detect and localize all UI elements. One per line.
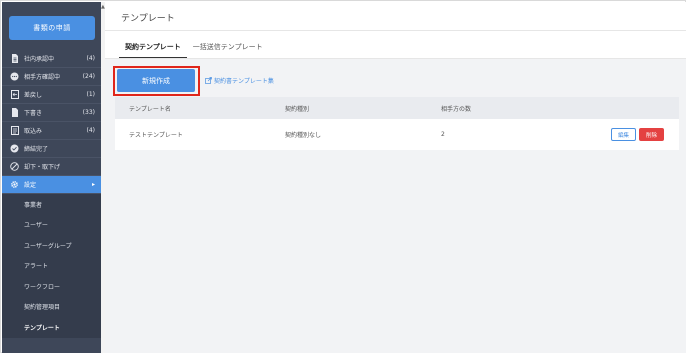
column-header-type: 契約種別 [285, 105, 310, 113]
sidebar-item-counterparty-check[interactable]: 相手方確認中 (24) [2, 68, 101, 86]
template-collection-link[interactable]: 契約書テンプレート集 [205, 76, 274, 85]
templates-table: テンプレート名 契約種別 相手方の数 テストテンプレート 契約種別なし 2 編集… [115, 97, 679, 150]
divider [105, 30, 686, 31]
sidebar-item-draft[interactable]: 下書き (33) [2, 104, 101, 122]
sidebar-item-completed[interactable]: 締結完了 [2, 140, 101, 158]
table-header: テンプレート名 契約種別 相手方の数 [115, 97, 679, 119]
sidebar-item-label: 差戻し [24, 92, 43, 99]
document-icon [10, 54, 19, 63]
new-template-button[interactable]: 新規作成 [117, 69, 195, 92]
sidebar-subitem-alerts[interactable]: アラート [2, 256, 101, 277]
sidebar-subitem-users[interactable]: ユーザー [2, 215, 101, 236]
chat-icon [10, 72, 19, 81]
sidebar-item-label: 社内承認中 [24, 56, 55, 63]
party-count-cell: 2 [441, 131, 445, 138]
template-type-cell: 契約種別なし [285, 132, 322, 139]
sidebar-nav: 社内承認中 (4) 相手方確認中 (24) 差戻し (1) 下書き (33) 取… [2, 50, 101, 338]
sidebar-item-settings[interactable]: 設定 ▸ [2, 176, 101, 194]
sidebar-item-label: 締結完了 [24, 146, 49, 153]
sidebar-item-label: 相手方確認中 [24, 74, 61, 81]
sidebar-item-label: 下書き [24, 110, 43, 117]
import-icon [10, 126, 19, 135]
sidebar-item-import[interactable]: 取込み (4) [2, 122, 101, 140]
check-circle-icon [10, 144, 19, 153]
app-window: 書類の申請 社内承認中 (4) 相手方確認中 (24) 差戻し (1) 下書き … [0, 0, 686, 353]
template-tabs: 契約テンプレート 一括送信テンプレート [119, 41, 269, 59]
page-title: テンプレート [121, 14, 175, 24]
settings-submenu: 事業者 ユーザー ユーザーグループ アラート ワークフロー 契約管理項目 テンプ… [2, 194, 101, 338]
template-collection-label: 契約書テンプレート集 [214, 78, 274, 85]
table-row[interactable]: テストテンプレート 契約種別なし 2 編集 削除 [115, 119, 679, 150]
return-icon [10, 90, 19, 99]
tab-contract-templates[interactable]: 契約テンプレート [119, 41, 187, 59]
delete-button[interactable]: 削除 [639, 128, 664, 141]
sidebar-subitem-business[interactable]: 事業者 [2, 194, 101, 215]
sidebar-item-label: 設定 [24, 182, 37, 189]
apply-document-button[interactable]: 書類の申請 [9, 16, 95, 40]
sidebar-item-rejected[interactable]: 却下・取下げ [2, 158, 101, 176]
sidebar-item-count: (4) [86, 55, 96, 62]
tab-bulk-send-templates[interactable]: 一括送信テンプレート [187, 41, 269, 59]
sidebar: 書類の申請 社内承認中 (4) 相手方確認中 (24) 差戻し (1) 下書き … [2, 2, 101, 353]
sidebar-item-count: (24) [82, 73, 95, 80]
column-header-party-count: 相手方の数 [441, 105, 472, 113]
template-name-cell: テストテンプレート [129, 132, 183, 139]
sidebar-subitem-user-groups[interactable]: ユーザーグループ [2, 235, 101, 256]
sidebar-subitem-contract-fields[interactable]: 契約管理項目 [2, 297, 101, 318]
sidebar-item-count: (1) [86, 91, 96, 98]
ban-icon [10, 162, 19, 171]
column-header-name: テンプレート名 [129, 105, 171, 113]
sidebar-subitem-templates[interactable]: テンプレート [2, 317, 101, 338]
sidebar-item-count: (33) [82, 109, 95, 116]
gear-icon [10, 180, 19, 189]
draft-icon [10, 108, 19, 117]
sidebar-item-returned[interactable]: 差戻し (1) [2, 86, 101, 104]
sidebar-item-count: (4) [86, 127, 96, 134]
main-content: テンプレート 契約テンプレート 一括送信テンプレート 新規作成 契約書テンプレー… [105, 2, 686, 353]
chevron-right-icon: ▸ [91, 181, 95, 188]
external-link-icon [205, 77, 212, 84]
edit-button[interactable]: 編集 [611, 128, 636, 141]
sidebar-item-label: 却下・取下げ [24, 164, 61, 171]
template-list-area: 新規作成 契約書テンプレート集 テンプレート名 契約種別 相手方の数 テストテン… [105, 59, 686, 353]
sidebar-subitem-workflow[interactable]: ワークフロー [2, 276, 101, 297]
sidebar-item-label: 取込み [24, 128, 43, 135]
sidebar-item-internal-approval[interactable]: 社内承認中 (4) [2, 50, 101, 68]
